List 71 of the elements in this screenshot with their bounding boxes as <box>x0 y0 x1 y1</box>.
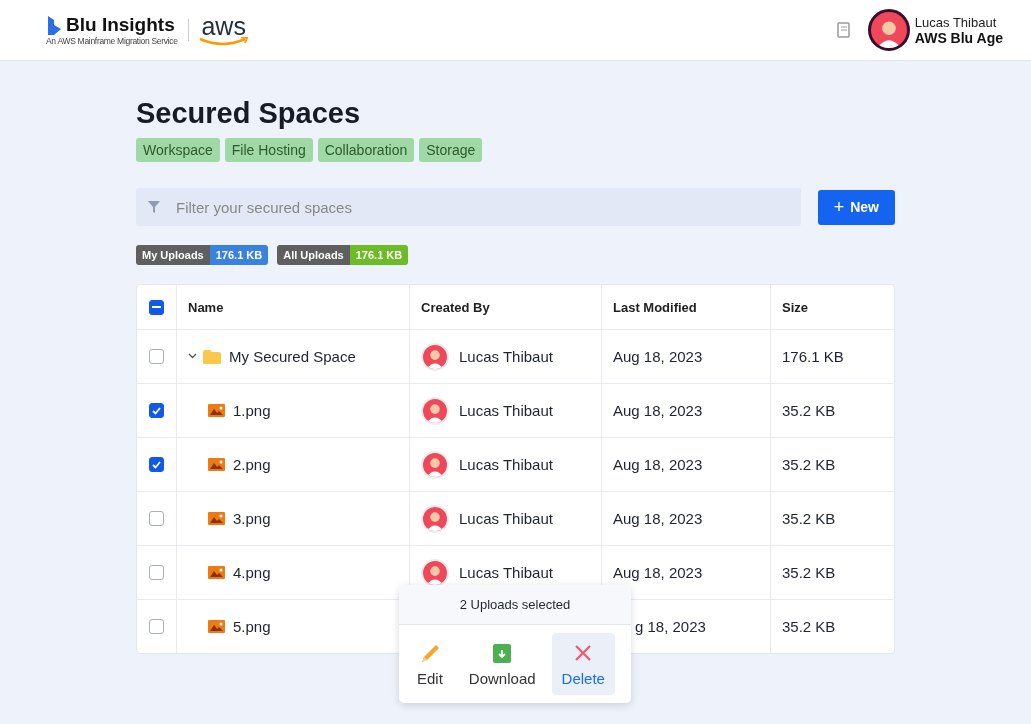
user-organization: AWS Blu Age <box>914 29 1003 46</box>
row-checkbox[interactable] <box>149 511 164 526</box>
brand-name: Blu Insights <box>66 14 175 36</box>
column-header: Created By <box>421 299 490 315</box>
table-cell: Aug 18, 2023 <box>613 564 703 581</box>
table-cell: Aug 18, 2023 <box>613 348 703 365</box>
usage-label: My Uploads <box>136 245 210 265</box>
file-name[interactable]: 4.png <box>233 564 271 581</box>
download-icon <box>491 643 513 664</box>
usage-label: All Uploads <box>277 245 350 265</box>
column-header: Size <box>782 299 808 315</box>
delete-button[interactable]: Delete <box>551 633 615 695</box>
check-icon <box>152 406 161 415</box>
tag: Workspace <box>136 138 220 162</box>
usage-value: 176.1 KB <box>349 245 409 265</box>
table-cell: Lucas Thibaut <box>459 456 553 473</box>
user-avatar[interactable] <box>867 9 910 51</box>
row-checkbox[interactable] <box>149 457 164 472</box>
selection-count: 2 Uploads selected <box>399 585 631 625</box>
table-cell: 35.2 KB <box>782 564 836 581</box>
table-cell: Aug 18, 2023 <box>613 510 703 527</box>
filter-input[interactable]: Filter your secured spaces <box>174 197 801 217</box>
image-file-icon <box>208 620 225 633</box>
page-title: Secured Spaces <box>136 97 362 130</box>
table-cell: Aug 18, 2023 <box>613 456 703 473</box>
table-cell: 35.2 KB <box>782 618 836 635</box>
image-file-icon <box>208 566 225 579</box>
file-name[interactable]: 1.png <box>233 402 271 419</box>
file-name[interactable]: 5.png <box>233 618 271 635</box>
row-checkbox[interactable] <box>149 619 164 634</box>
user-name: Lucas Thibaut <box>914 14 998 30</box>
table-cell: Lucas Thibaut <box>459 348 553 365</box>
column-header: Last Modified <box>613 299 697 315</box>
tag: File Hosting <box>224 138 313 162</box>
pencil-icon <box>419 643 441 664</box>
table-cell: 35.2 KB <box>782 402 836 419</box>
download-button[interactable]: Download <box>458 633 546 695</box>
table-cell: 35.2 KB <box>782 510 836 527</box>
column-header: Name <box>188 299 224 315</box>
image-file-icon <box>208 458 225 471</box>
smile-arrow-icon <box>198 36 249 46</box>
caret-icon[interactable] <box>188 352 197 361</box>
minus-icon <box>152 305 161 309</box>
filter-field[interactable]: Filter your secured spaces <box>136 188 801 226</box>
select-all-checkbox[interactable] <box>149 299 164 315</box>
table-cell: 35.2 KB <box>782 456 836 473</box>
file-name[interactable]: My Secured Space <box>229 348 356 365</box>
usage-value: 176.1 KB <box>209 245 269 265</box>
table-cell: Lucas Thibaut <box>459 510 553 527</box>
partner-logo-text: aws <box>201 14 246 37</box>
row-checkbox[interactable] <box>149 565 164 580</box>
filter-icon <box>148 201 160 213</box>
file-name[interactable]: 3.png <box>233 510 271 527</box>
image-file-icon <box>208 512 225 525</box>
table-cell: Lucas Thibaut <box>459 402 553 419</box>
new-button[interactable]: + New <box>817 189 895 225</box>
check-icon <box>152 460 161 469</box>
table-cell: Aug 18, 2023 <box>613 402 703 419</box>
table-cell: 176.1 KB <box>782 348 844 365</box>
table-cell: Lucas Thibaut <box>459 564 553 581</box>
logo-icon <box>46 14 62 36</box>
tag: Collaboration <box>317 138 415 162</box>
row-checkbox[interactable] <box>149 349 164 364</box>
tag: Storage <box>419 138 483 162</box>
row-checkbox[interactable] <box>149 403 164 418</box>
file-name[interactable]: 2.png <box>233 456 271 473</box>
folder-icon <box>203 349 221 364</box>
image-file-icon <box>208 404 225 417</box>
table-cell: g 18, 2023 <box>635 618 706 635</box>
edit-button[interactable]: Edit <box>407 633 453 695</box>
brand-tagline: An AWS Mainframe Migration Service <box>46 36 178 46</box>
